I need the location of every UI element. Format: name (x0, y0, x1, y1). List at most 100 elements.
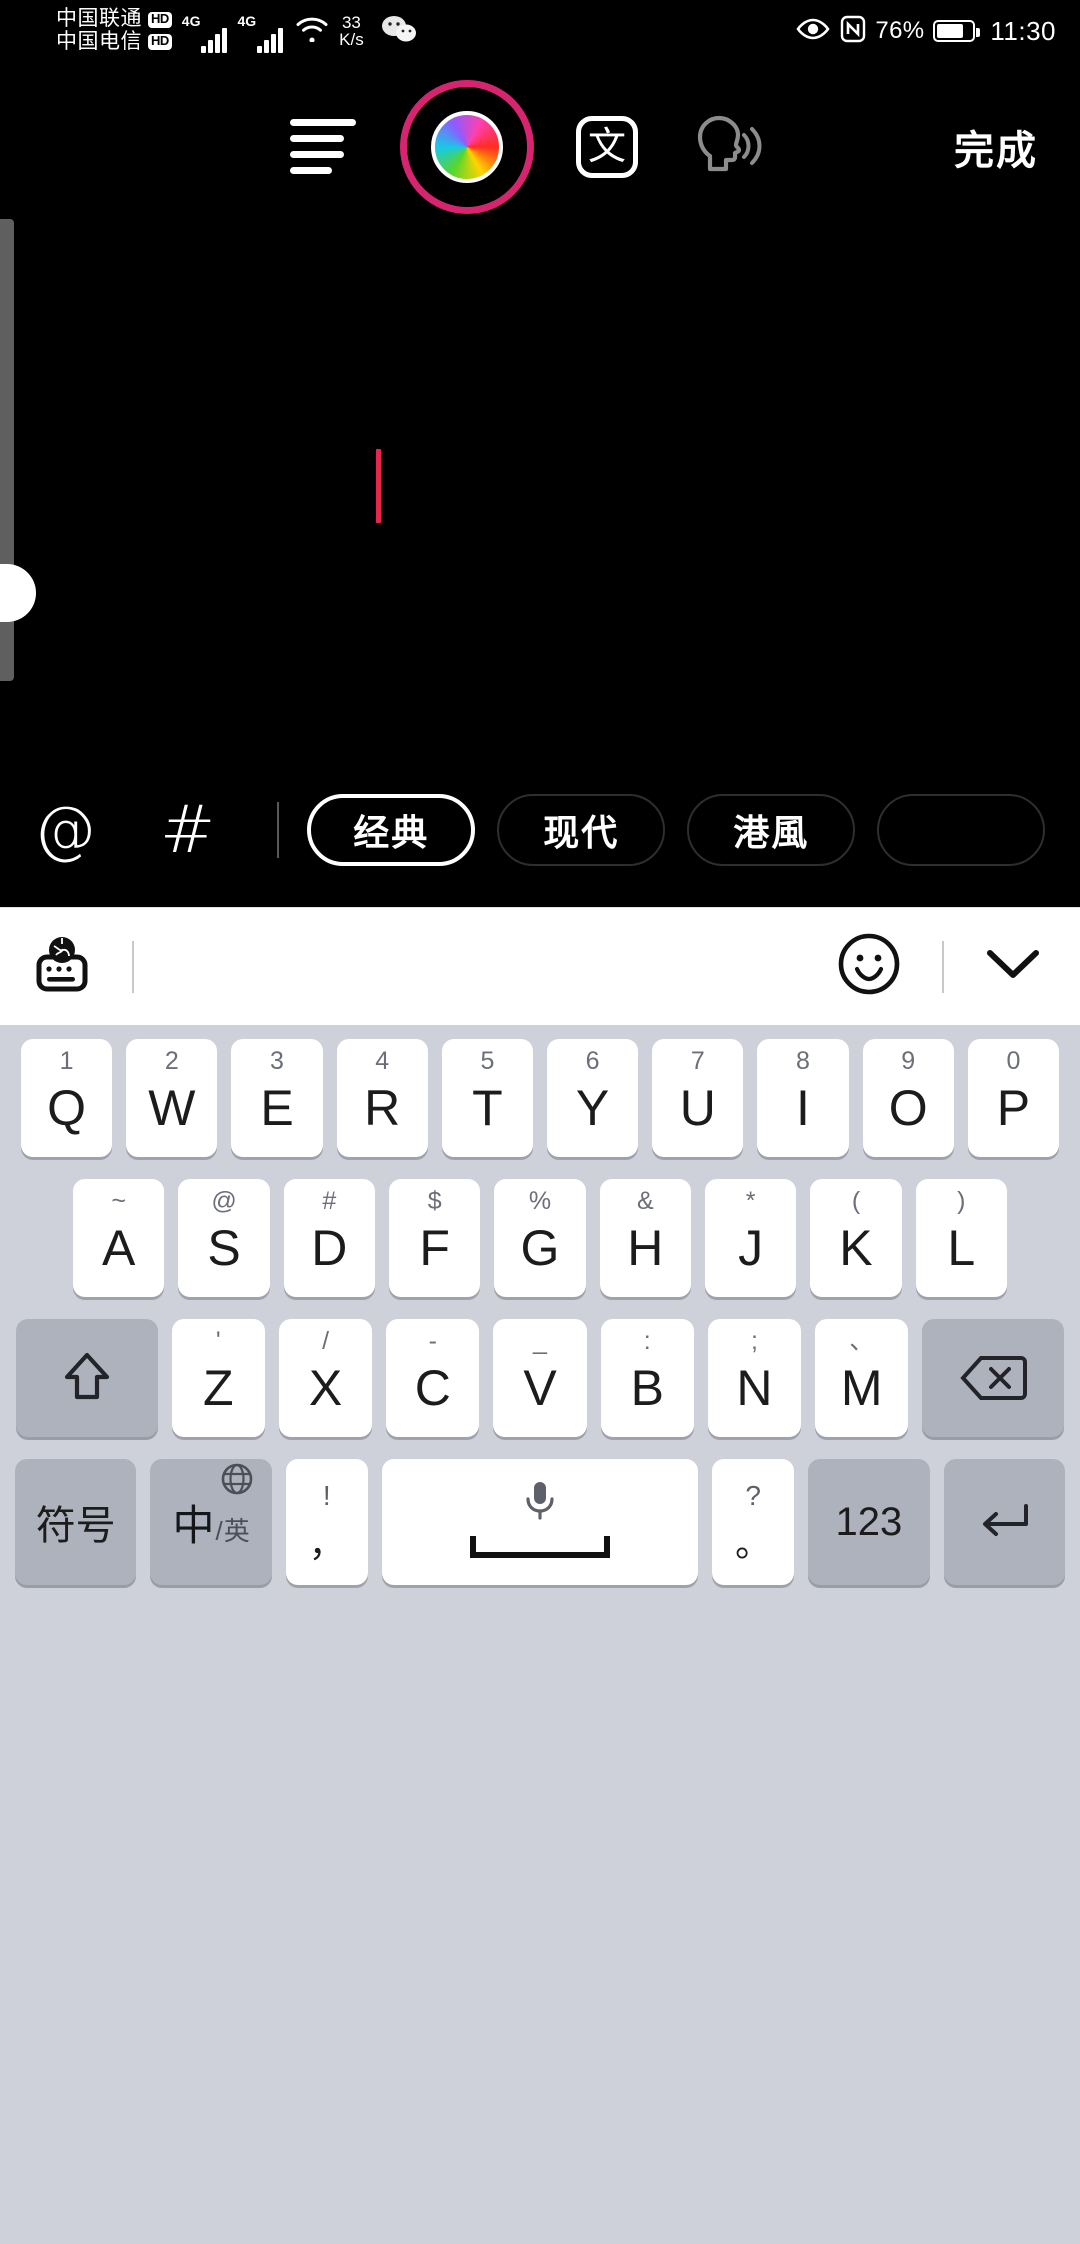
color-picker-button[interactable] (400, 79, 534, 214)
key-label: J (738, 1220, 764, 1276)
battery-percent: 76% (875, 17, 925, 44)
key-j[interactable]: * J (704, 1179, 797, 1297)
keyboard: 1Q 2W 3E 4R 5T 6Y 7U 8I 9O 0P ~ A @ S # D $… (0, 907, 1080, 2244)
key-q[interactable]: 1Q (20, 1039, 113, 1157)
key-s[interactable]: @ S (178, 1179, 270, 1297)
key-t[interactable]: 5T (441, 1039, 533, 1157)
chevron-down-icon[interactable] (984, 945, 1042, 988)
key-label: Q (47, 1080, 87, 1136)
microphone-icon (519, 1478, 561, 1529)
comma-key[interactable]: ! ， (285, 1459, 368, 1585)
language-en-label: 英 (223, 1515, 250, 1546)
key-r[interactable]: 4R (336, 1039, 428, 1157)
key-sup: 8 (796, 1047, 810, 1075)
key-g[interactable]: % G (494, 1179, 586, 1297)
comma-key-sup: ! (322, 1480, 331, 1511)
key-n[interactable]: ; N (707, 1319, 802, 1437)
signal-bars-icon-1 (201, 27, 228, 53)
key-d[interactable]: # D (283, 1179, 375, 1297)
globe-keyboard-icon[interactable] (32, 935, 92, 998)
key-b[interactable]: :B (600, 1319, 694, 1437)
key-sup: ~ (111, 1187, 126, 1215)
enter-key[interactable] (943, 1459, 1065, 1585)
key-p[interactable]: 0P (967, 1039, 1060, 1157)
key-f[interactable]: $ F (389, 1179, 481, 1297)
key-label: O (888, 1080, 928, 1136)
clock: 11:30 (990, 15, 1056, 46)
chip-divider (277, 802, 280, 858)
carrier-line-2: 中国电信 HD (56, 30, 172, 54)
key-l[interactable]: ) L (915, 1179, 1007, 1297)
key-k[interactable]: (K (810, 1179, 902, 1297)
style-chip-hongkong[interactable]: 港風 (687, 794, 856, 866)
hashtag-icon[interactable]: # (160, 797, 215, 863)
emoji-icon[interactable] (836, 931, 902, 1002)
key-h[interactable]: & H (599, 1179, 691, 1297)
key-y[interactable]: 6Y (547, 1039, 639, 1157)
backspace-key[interactable] (922, 1319, 1065, 1437)
language-toggle-content: 中 / 英 (172, 1463, 253, 1553)
canvas-side-handle-knob[interactable] (0, 564, 36, 622)
carrier-name-1: 中国联通 (56, 7, 142, 31)
key-e[interactable]: 3E (231, 1039, 323, 1157)
key-c[interactable]: -C (386, 1319, 480, 1437)
key-sup: - (428, 1327, 437, 1355)
key-label: C (414, 1360, 451, 1416)
symbols-key[interactable]: 符号 (15, 1459, 137, 1585)
style-chip-list: 经典 现代 港風 (307, 794, 1046, 866)
key-label: A (102, 1220, 136, 1276)
key-sup: 2 (164, 1047, 179, 1075)
key-u[interactable]: 7U (652, 1039, 744, 1157)
shift-icon (64, 1352, 109, 1400)
key-label: T (472, 1080, 503, 1136)
style-chip-next[interactable] (877, 794, 1046, 866)
text-canvas[interactable]: @ # 经典 现代 港風 (0, 219, 1080, 905)
key-label: K (839, 1220, 873, 1276)
style-chip-classic[interactable]: 经典 (307, 794, 476, 866)
battery-icon (933, 20, 981, 42)
network-type-2: 4G (237, 13, 257, 29)
key-label: H (627, 1220, 664, 1276)
space-key[interactable] (381, 1459, 699, 1585)
key-v[interactable]: _ V (493, 1319, 587, 1437)
style-chip-modern[interactable]: 现代 (497, 794, 666, 866)
font-style-button[interactable]: 文 (576, 115, 638, 178)
space-bar-glyph (467, 1535, 613, 1566)
key-z[interactable]: ' Z (171, 1319, 265, 1437)
network-speed: 33 K/s (339, 14, 364, 48)
key-label: U (679, 1080, 716, 1136)
key-label: V (523, 1360, 557, 1416)
key-label: N (736, 1360, 773, 1416)
key-o[interactable]: 9O (862, 1039, 954, 1157)
done-button[interactable]: 完成 (954, 118, 1038, 176)
globe-icon (220, 1462, 254, 1501)
text-caret (376, 449, 381, 523)
wifi-icon (295, 16, 329, 47)
key-label: G (520, 1220, 560, 1276)
key-label: E (260, 1080, 294, 1136)
text-to-speech-icon[interactable] (690, 111, 764, 182)
language-toggle-key[interactable]: 中 / 英 (150, 1459, 272, 1585)
period-key-content: ? 。 (735, 1482, 771, 1562)
network-speed-value: 33 (341, 13, 361, 32)
key-x[interactable]: / X (278, 1319, 373, 1437)
key-a[interactable]: ~ A (73, 1179, 165, 1297)
key-label: I (796, 1080, 810, 1136)
shift-key[interactable] (15, 1319, 158, 1437)
hd-badge-2: HD (148, 33, 172, 51)
numeric-key[interactable]: 123 (808, 1459, 930, 1585)
toolbar-divider-right (942, 940, 944, 993)
key-m[interactable]: 、 M (815, 1319, 909, 1437)
key-label: S (207, 1220, 241, 1276)
backspace-icon (960, 1356, 1028, 1400)
keyboard-row-4: 符号 中 / 英 ! ， ? 。 123 (8, 1459, 1072, 1585)
period-key[interactable]: ? 。 (712, 1459, 795, 1585)
eye-comfort-icon (795, 17, 831, 46)
key-sup: 7 (690, 1047, 705, 1075)
key-i[interactable]: 8I (757, 1039, 849, 1157)
text-align-icon[interactable] (290, 119, 356, 174)
signal-bars-icon-2 (257, 27, 284, 53)
mention-icon[interactable]: @ (34, 799, 96, 861)
space-key-content (467, 1478, 613, 1566)
key-w[interactable]: 2W (126, 1039, 218, 1157)
